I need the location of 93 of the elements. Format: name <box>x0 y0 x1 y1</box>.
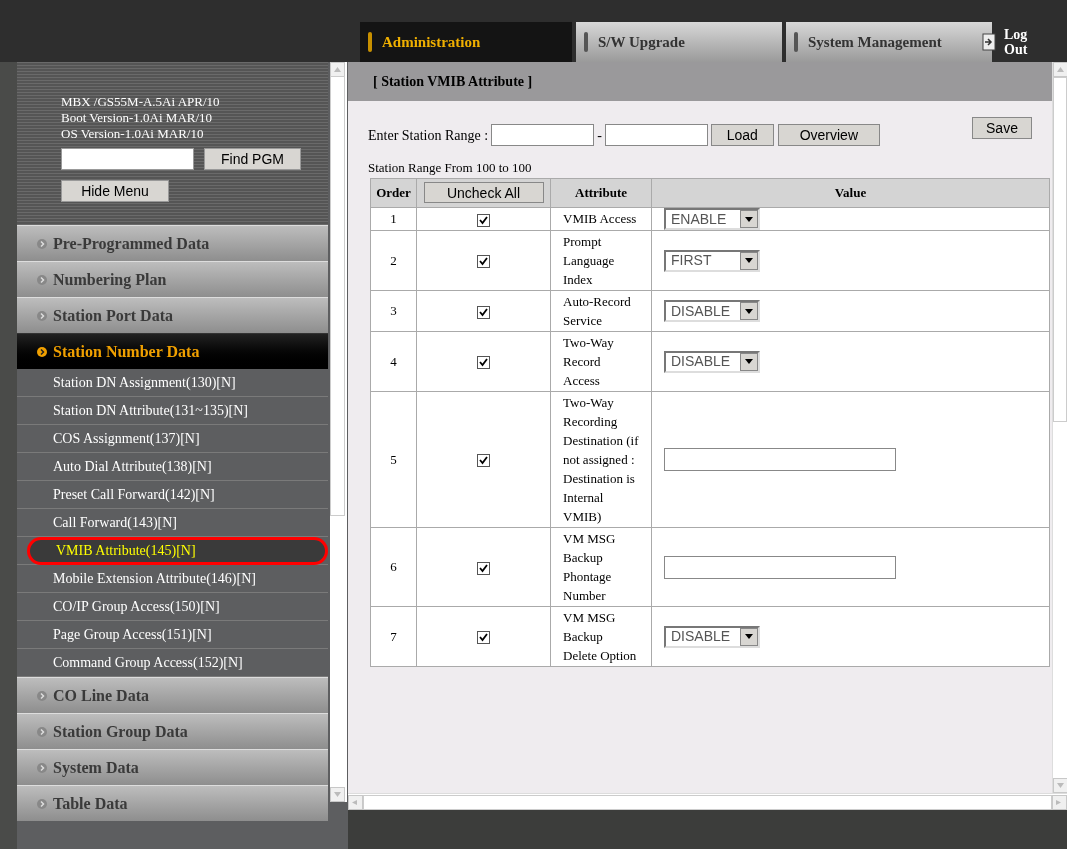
bullet-icon <box>37 238 47 249</box>
attribute-cell: Two-Way Record Access <box>550 331 652 392</box>
attribute-cell: Two-Way Recording Destination (if not assigned : Destination is Internal VMIB) <box>550 391 652 528</box>
down-arrow-icon <box>334 792 341 797</box>
column-header: Attribute <box>550 178 652 208</box>
range-separator: - <box>597 126 602 145</box>
caret-icon <box>740 210 758 228</box>
row-checkbox[interactable] <box>477 631 490 645</box>
column-header: Value <box>651 178 1050 208</box>
caret-icon <box>740 302 758 320</box>
order-cell: 2 <box>370 230 417 291</box>
find-button[interactable]: Find PGM <box>204 148 301 170</box>
order-cell: 6 <box>370 527 417 607</box>
menu-section[interactable]: Station Group Data <box>17 713 328 749</box>
load-button[interactable]: Load <box>710 124 774 146</box>
nav-tab[interactable]: S/W Upgrade <box>576 22 782 62</box>
menu-item[interactable]: Station DN Attribute(131~135)[N] <box>27 396 328 425</box>
row-checkbox[interactable] <box>477 454 490 468</box>
menu-item[interactable]: VMIB Attribute(145)[N] <box>27 536 328 565</box>
bullet-icon <box>37 690 47 701</box>
program-search-field[interactable] <box>61 148 194 170</box>
menu-section[interactable]: Numbering Plan <box>17 261 328 297</box>
version-text: MBX /GS55M-A.5Ai APR/10 <box>61 94 221 110</box>
menu-item[interactable]: CO/IP Group Access(150)[N] <box>27 592 328 621</box>
menu-section[interactable]: Station Number Data <box>17 333 328 369</box>
row-checkbox[interactable] <box>477 356 490 370</box>
menu-section[interactable]: System Data <box>17 749 328 785</box>
value-dropdown[interactable]: DISABLE <box>664 300 760 322</box>
range-label: Enter Station Range : <box>368 126 489 145</box>
column-header: Order <box>370 178 417 208</box>
value-dropdown[interactable]: DISABLE <box>664 350 760 373</box>
value-field[interactable] <box>664 448 896 471</box>
caret-icon <box>740 251 758 270</box>
uncheck-all-button[interactable]: Uncheck All <box>423 182 544 204</box>
bullet-icon <box>37 726 47 737</box>
up-arrow-icon <box>334 67 341 72</box>
range-start-field[interactable] <box>491 124 595 146</box>
up-arrow-icon <box>1057 67 1064 72</box>
nav-tab[interactable]: Administration <box>360 22 572 62</box>
order-cell: 5 <box>370 391 417 528</box>
overview-button[interactable]: Overview <box>777 124 880 146</box>
range-info: Station Range From 100 to 100 <box>367 160 533 176</box>
menu-item[interactable]: Auto Dial Attribute(138)[N] <box>27 452 328 481</box>
left-arrow-icon <box>352 799 359 805</box>
menu-section[interactable]: Table Data <box>17 785 328 821</box>
row-checkbox[interactable] <box>477 255 490 269</box>
menu-item[interactable]: Preset Call Forward(142)[N] <box>27 480 328 509</box>
row-checkbox[interactable] <box>477 305 490 319</box>
version-text: OS Version-1.0Ai MAR/10 <box>61 126 205 142</box>
attribute-cell: VMIB Access <box>550 207 652 231</box>
order-cell: 7 <box>370 606 417 667</box>
attribute-cell: VM MSG Backup Delete Option <box>550 606 652 667</box>
caret-icon <box>740 627 758 646</box>
logout-link[interactable]: Log Out <box>1004 27 1044 57</box>
logout-icon[interactable] <box>982 33 996 51</box>
save-button[interactable]: Save <box>972 117 1032 139</box>
menu-section[interactable]: CO Line Data <box>17 677 328 713</box>
menu-item[interactable]: Page Group Access(151)[N] <box>27 620 328 649</box>
range-end-field[interactable] <box>604 124 708 146</box>
scroll-left-button[interactable] <box>348 794 363 810</box>
menu-item[interactable]: Mobile Extension Attribute(146)[N] <box>27 564 328 593</box>
row-checkbox[interactable] <box>477 561 490 575</box>
menu-item[interactable]: Command Group Access(152)[N] <box>27 648 328 677</box>
attribute-cell: Prompt Language Index <box>550 230 652 291</box>
value-dropdown[interactable]: ENABLE <box>664 208 760 230</box>
bullet-icon <box>37 346 47 357</box>
value-dropdown[interactable]: DISABLE <box>664 625 760 648</box>
menu-section[interactable]: Station Port Data <box>17 297 328 333</box>
value-dropdown[interactable]: FIRST <box>664 249 760 272</box>
bullet-icon <box>37 274 47 285</box>
horizontal-scrollbar[interactable] <box>348 793 1067 810</box>
menu-item[interactable]: Station DN Assignment(130)[N] <box>27 368 328 397</box>
order-cell: 4 <box>370 331 417 392</box>
hide-menu-button[interactable]: Hide Menu <box>61 180 169 202</box>
value-field[interactable] <box>664 555 896 579</box>
down-arrow-icon <box>1057 783 1064 788</box>
order-cell: 3 <box>370 290 417 332</box>
scroll-right-button[interactable] <box>1052 794 1067 810</box>
row-checkbox[interactable] <box>477 213 490 227</box>
nav-tab[interactable]: System Management <box>786 22 992 62</box>
bullet-icon <box>37 798 47 809</box>
order-cell: 1 <box>370 207 417 231</box>
menu-item[interactable]: COS Assignment(137)[N] <box>27 424 328 453</box>
version-text: Boot Version-1.0Ai MAR/10 <box>61 110 214 126</box>
menu-section[interactable]: Pre-Programmed Data <box>17 225 328 261</box>
bullet-icon <box>37 310 47 321</box>
caret-icon <box>740 352 758 371</box>
page-header: [ Station VMIB Attribute ] <box>348 62 1052 101</box>
bullet-icon <box>37 762 47 773</box>
attribute-cell: VM MSG Backup Phontage Number <box>550 527 652 607</box>
menu-item[interactable]: Call Forward(143)[N] <box>27 508 328 537</box>
attribute-cell: Auto-Record Service <box>550 290 652 332</box>
right-arrow-icon <box>1056 799 1063 805</box>
